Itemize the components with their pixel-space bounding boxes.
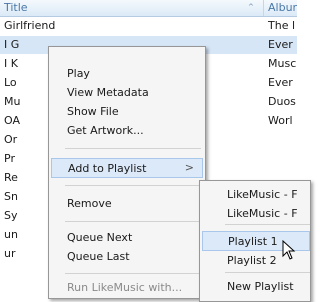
menu-separator: [65, 148, 201, 149]
track-album: Ever: [268, 76, 293, 89]
menu-item-label: Remove: [67, 197, 112, 210]
column-divider[interactable]: [263, 0, 264, 16]
submenu-item-label: Playlist 1: [228, 235, 278, 248]
submenu-item-label: Playlist 2: [227, 254, 277, 267]
menu-separator: [225, 224, 310, 225]
menu-item-label: Play: [67, 67, 90, 80]
column-header-album[interactable]: Albur: [268, 1, 297, 14]
menu-item-label: Show File: [67, 105, 119, 118]
track-album: The l: [268, 19, 296, 32]
track-album: Duos: [268, 95, 296, 108]
menu-item-play[interactable]: Play: [51, 64, 203, 84]
submenu-item-new-playlist[interactable]: New Playlist: [202, 277, 310, 297]
submenu-item-likemusic-2[interactable]: LikeMusic - F: [202, 204, 310, 224]
track-album: Worl: [268, 114, 293, 127]
menu-separator: [65, 185, 201, 186]
submenu-item-label: New Playlist: [227, 280, 294, 293]
menu-item-label: Queue Next: [67, 231, 133, 244]
context-menu: Play View Metadata Show File Get Artwork…: [48, 46, 206, 299]
menu-item-queue-last[interactable]: Queue Last: [51, 247, 203, 267]
menu-separator: [65, 273, 201, 274]
track-album: Ever: [268, 38, 293, 51]
menu-item-get-artwork[interactable]: Get Artwork...: [51, 121, 203, 141]
table-row[interactable]: Girlfriend The l: [0, 17, 297, 35]
menu-item-show-file[interactable]: Show File: [51, 102, 203, 122]
mouse-pointer-icon: [282, 240, 296, 260]
submenu-item-likemusic-1[interactable]: LikeMusic - F: [202, 185, 310, 205]
submenu-item-label: LikeMusic - F: [227, 188, 298, 201]
menu-item-add-to-playlist[interactable]: Add to Playlist >: [51, 158, 203, 178]
list-header: Title ^ Albur: [0, 0, 297, 17]
track-title: Girlfriend: [4, 19, 56, 32]
menu-separator: [65, 221, 201, 222]
menu-item-view-metadata[interactable]: View Metadata: [51, 83, 203, 103]
column-header-title[interactable]: Title: [4, 1, 28, 14]
sort-ascending-icon[interactable]: ^: [248, 3, 254, 11]
track-album: Musc: [268, 57, 297, 70]
menu-separator: [225, 272, 310, 273]
menu-item-label: View Metadata: [67, 86, 149, 99]
submenu-item-label: LikeMusic - F: [227, 207, 298, 220]
menu-item-label: Run LikeMusic with...: [67, 281, 183, 294]
menu-item-remove[interactable]: Remove: [51, 194, 203, 214]
menu-item-label: Get Artwork...: [67, 124, 144, 137]
menu-item-label: Queue Last: [67, 250, 130, 263]
menu-item-queue-next[interactable]: Queue Next: [51, 228, 203, 248]
submenu-arrow-icon: >: [184, 161, 194, 174]
menu-item-label: Add to Playlist: [68, 162, 147, 175]
menu-item-run-with[interactable]: Run LikeMusic with...: [51, 278, 203, 298]
